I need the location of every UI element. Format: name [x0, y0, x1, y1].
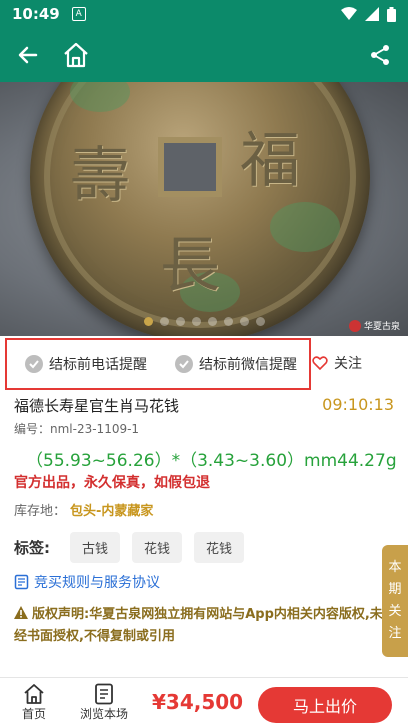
current-price: ¥34,500	[152, 690, 244, 714]
home-tab-label: 首页	[21, 707, 46, 721]
share-button[interactable]	[364, 39, 396, 71]
home-icon	[24, 684, 44, 704]
reminder-options: 结标前电话提醒 结标前微信提醒	[5, 338, 311, 390]
check-icon	[25, 355, 43, 373]
home-tab-button[interactable]: 首页	[2, 683, 66, 722]
browse-session-label: 浏览本场	[79, 707, 128, 721]
app-bar	[0, 28, 408, 82]
follow-label: 关注	[334, 356, 362, 372]
share-icon	[371, 45, 389, 65]
bid-now-button[interactable]: 马上出价	[258, 687, 392, 723]
side-follow-char: 本	[388, 560, 402, 575]
product-image-carousel[interactable]: 壽 福 長 华夏古泉	[0, 82, 408, 336]
wechat-reminder-toggle[interactable]: 结标前微信提醒	[175, 354, 297, 374]
carousel-dot[interactable]	[223, 317, 233, 326]
tag-chip[interactable]: 花钱	[194, 532, 245, 563]
home-button[interactable]	[60, 39, 92, 71]
document-list-icon	[95, 683, 113, 705]
back-button[interactable]	[12, 39, 44, 71]
carousel-dot[interactable]	[255, 317, 265, 326]
heart-icon	[312, 356, 328, 371]
session-follow-tab[interactable]: 本 期 关 注	[382, 545, 408, 657]
item-code: 编号：nml-23-1109-1	[14, 422, 140, 436]
tag-chip[interactable]: 古钱	[70, 532, 121, 563]
authenticity-guarantee: 官方出品，永久保真，如假包退	[14, 475, 210, 491]
storage-label: 库存地：	[14, 504, 67, 519]
status-icons	[341, 6, 396, 22]
battery-icon	[387, 6, 396, 22]
copyright-text: 版权声明:华夏古泉网独立拥有网站与App内相关内容版权,未经书面授权,不得复制或…	[14, 607, 383, 644]
follow-button[interactable]: 关注	[312, 353, 362, 373]
rules-label: 竞买规则与服务协议	[34, 575, 160, 591]
wifi-icon	[341, 7, 357, 20]
arrow-left-icon	[18, 46, 38, 64]
bidding-rules-link[interactable]: 竞买规则与服务协议	[14, 572, 160, 592]
wechat-reminder-label: 结标前微信提醒	[199, 357, 297, 373]
side-follow-char: 期	[388, 582, 402, 597]
home-icon	[64, 42, 88, 68]
storage-value: 包头-内蒙藏家	[70, 504, 154, 519]
carousel-dot[interactable]	[175, 317, 185, 326]
item-title: 福德长寿星官生肖马花钱	[14, 397, 180, 415]
side-follow-char: 注	[388, 626, 402, 641]
carousel-indicator	[0, 317, 408, 326]
status-time: 10:49	[12, 5, 60, 23]
carousel-dot[interactable]	[239, 317, 249, 326]
status-bar: 10:49 A	[0, 0, 408, 28]
phone-reminder-label: 结标前电话提醒	[49, 357, 147, 373]
tags-row: 标签: 古钱 花钱 花钱	[14, 532, 245, 563]
watermark-logo: 华夏古泉	[348, 319, 400, 332]
carousel-dot[interactable]	[191, 317, 201, 326]
countdown-timer: 09:10:13	[322, 395, 394, 414]
tag-chip[interactable]: 花钱	[132, 532, 183, 563]
warning-icon	[14, 606, 28, 619]
browse-session-button[interactable]: 浏览本场	[66, 683, 142, 722]
carousel-dot[interactable]	[159, 317, 169, 326]
carousel-dot[interactable]	[207, 317, 217, 326]
signal-icon	[365, 7, 379, 21]
coin-image: 壽 福 長	[30, 82, 370, 336]
storage-location: 库存地： 包头-内蒙藏家	[14, 500, 153, 519]
check-icon	[175, 355, 193, 373]
side-follow-char: 关	[388, 604, 402, 619]
notification-icon: A	[71, 7, 86, 21]
tags-label: 标签:	[14, 539, 50, 557]
document-icon	[14, 574, 29, 590]
copyright-notice: 版权声明:华夏古泉网独立拥有网站与App内相关内容版权,未经书面授权,不得复制或…	[14, 604, 394, 648]
carousel-dot[interactable]	[143, 317, 153, 326]
item-dimensions: （55.93~56.26）*（3.43~3.60）mm44.27g	[26, 451, 397, 471]
phone-reminder-toggle[interactable]: 结标前电话提醒	[25, 354, 147, 374]
